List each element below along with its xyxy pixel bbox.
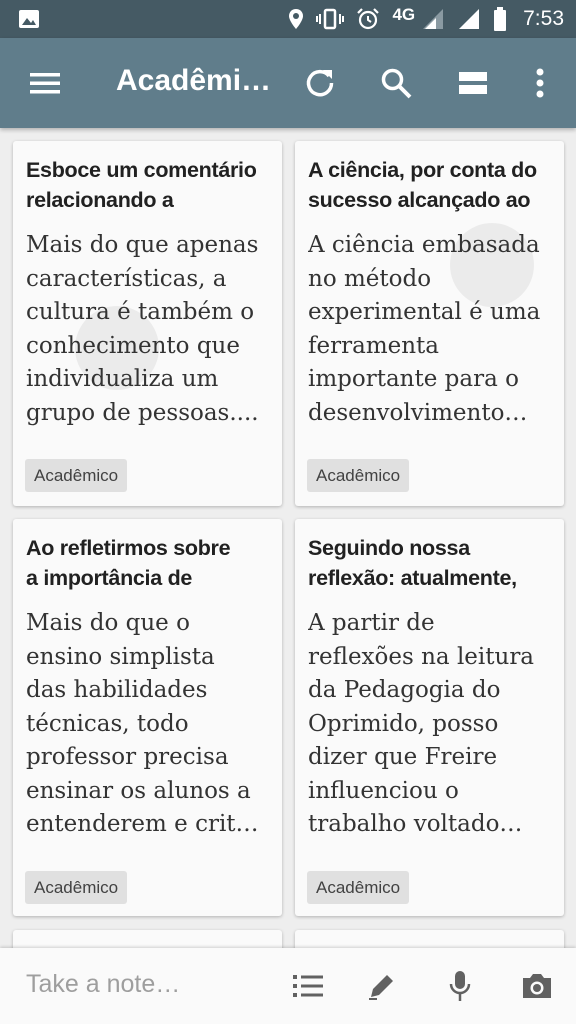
note-title: A ciência, por conta do sucesso alcançad… [308, 158, 537, 212]
clock: 7:53 [523, 7, 564, 30]
alarm-icon [357, 8, 380, 30]
note-card[interactable]: Esboce um comentário relacionando a Mais… [13, 141, 282, 506]
status-bar: 4G 7:53 [0, 0, 576, 38]
note-body: Mais do que apenas características, a cu… [26, 232, 259, 426]
search-icon[interactable] [371, 58, 421, 108]
notes-grid: Esboce um comentário relacionando a Mais… [0, 128, 576, 948]
note-card[interactable]: A ciência, por conta do sucesso alcançad… [295, 141, 564, 506]
signal-icon-2 [459, 9, 480, 29]
menu-icon[interactable] [20, 58, 70, 108]
note-body: Mais do que o ensino simplista das habil… [26, 610, 259, 837]
note-title: Esboce um comentário relacionando a [26, 158, 257, 212]
battery-icon [494, 7, 507, 31]
label-chip[interactable]: Acadêmico [25, 871, 128, 904]
note-body: A partir de reflexões na leitura da Peda… [308, 610, 535, 837]
single-column-view-icon[interactable] [448, 58, 498, 108]
more-vert-icon[interactable] [515, 58, 565, 108]
note-title: Ao refletirmos sobre a importância de [26, 536, 231, 590]
take-note-input[interactable]: Take a note… [26, 970, 180, 999]
note-card[interactable] [295, 930, 564, 948]
signal-icon [423, 9, 444, 29]
refresh-icon[interactable] [295, 58, 345, 108]
checklist-icon[interactable] [288, 966, 328, 1006]
network-type: 4G [392, 5, 416, 24]
location-icon [289, 9, 304, 29]
note-card[interactable]: Seguindo nossa reflexão: atualmente, A p… [295, 519, 564, 916]
app-toolbar: Acadêmi… [0, 38, 576, 128]
note-title: Seguindo nossa reflexão: atualmente, [308, 536, 517, 590]
label-chip[interactable]: Acadêmico [25, 459, 128, 492]
toolbar-title: Acadêmi… [116, 64, 272, 97]
label-chip[interactable]: Acadêmico [307, 871, 410, 904]
note-body: A ciência embasada no método experimenta… [308, 232, 541, 426]
label-chip[interactable]: Acadêmico [307, 459, 410, 492]
microphone-icon[interactable] [440, 966, 480, 1006]
note-card[interactable] [13, 930, 282, 948]
vibrate-icon [316, 8, 345, 30]
note-card[interactable]: Ao refletirmos sobre a importância de Ma… [13, 519, 282, 916]
image-notification-icon [19, 10, 39, 28]
camera-icon[interactable] [517, 966, 557, 1006]
pen-icon[interactable] [362, 966, 402, 1006]
bottom-bar: Take a note… [0, 948, 576, 1024]
